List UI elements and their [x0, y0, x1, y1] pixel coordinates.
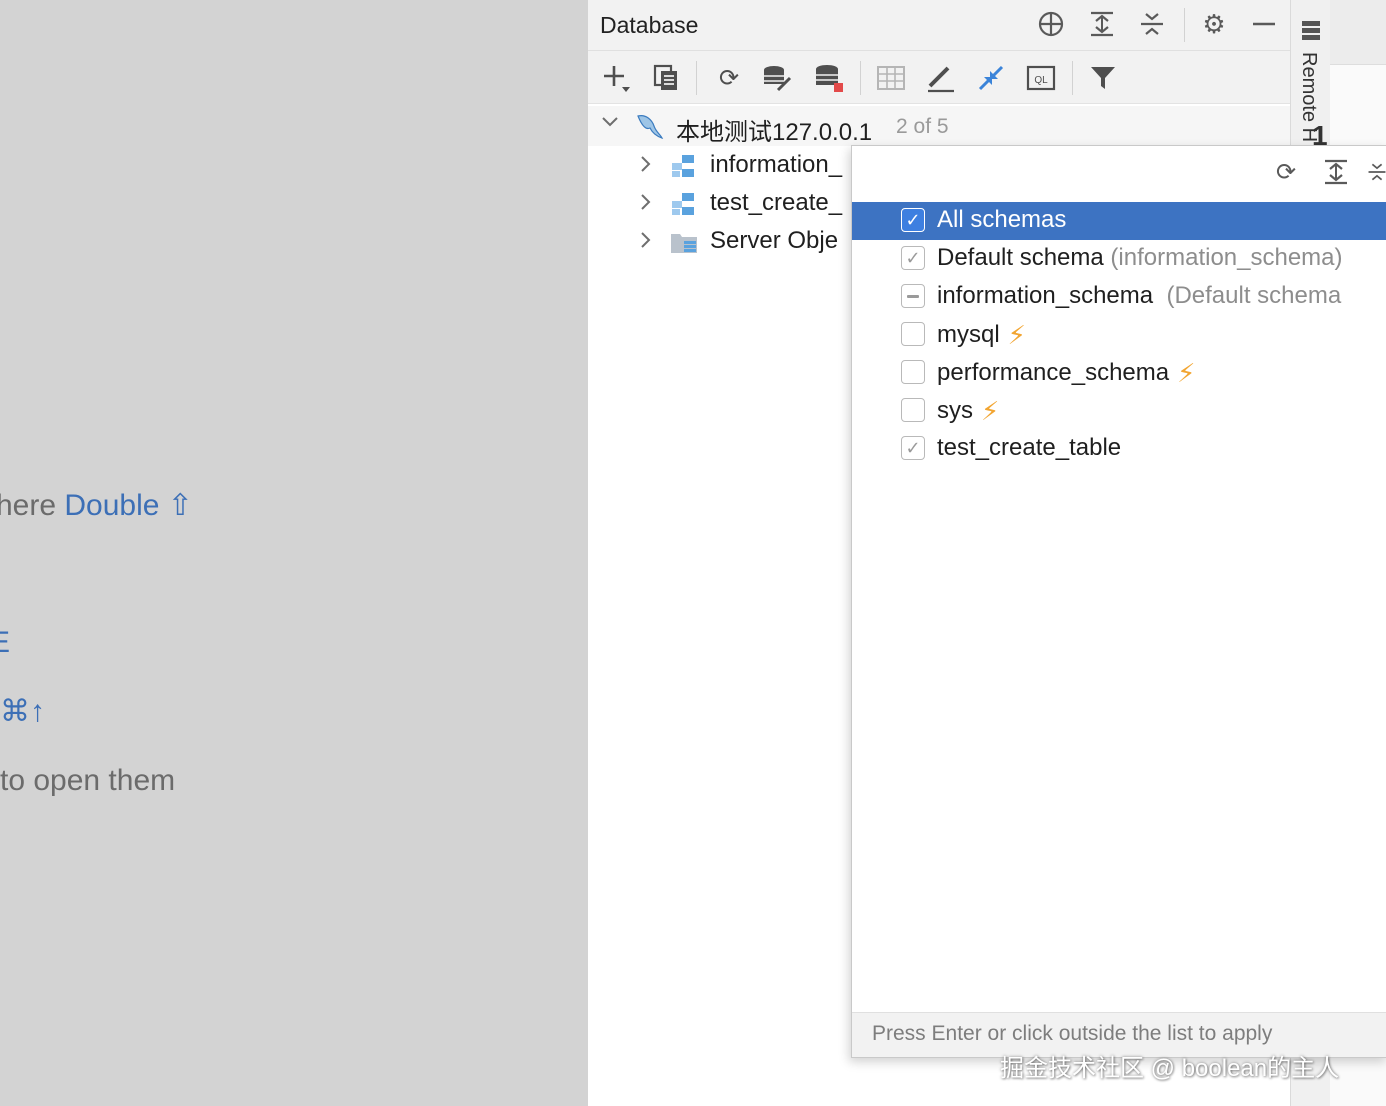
tree-item-label: Server Obje — [710, 227, 839, 254]
hint-line-4: ⌘↑ — [0, 694, 45, 729]
separator — [860, 61, 861, 95]
schema-name: performance_schema — [937, 359, 1170, 386]
edit-icon[interactable] — [924, 61, 958, 95]
hint-shortcut: Double ⇧ — [64, 489, 193, 522]
refresh-icon[interactable]: ⟳ — [712, 61, 746, 95]
collapse-all-icon[interactable] — [1367, 156, 1386, 188]
add-icon[interactable] — [600, 61, 634, 95]
mysql-dolphin-icon — [634, 112, 664, 145]
hint-shortcut: E — [0, 626, 11, 659]
checkbox[interactable] — [901, 398, 925, 422]
hint-search-everywhere: here Double ⇧ — [0, 488, 193, 523]
editor-area: here Double ⇧ ) E ⌘↑ to open them — [0, 0, 588, 1106]
schema-option-label: Default schema (information_schema) — [937, 244, 1343, 272]
database-strip-icon[interactable] — [1301, 20, 1321, 47]
query-console-icon[interactable]: QL — [1024, 61, 1058, 95]
watermark: 掘金技术社区 @ boolean的主人 — [1000, 1055, 1340, 1082]
hint-text: here — [0, 489, 65, 522]
schema-icon — [672, 193, 694, 215]
schema-option-sys[interactable]: sys ⚡ — [852, 392, 1386, 430]
separator — [696, 61, 697, 95]
schema-note: (Default schema — [1166, 282, 1342, 309]
svg-text:QL: QL — [1034, 75, 1048, 86]
schema-option-label: mysql ⚡ — [937, 320, 1026, 351]
copy-icon[interactable] — [649, 61, 683, 95]
schema-option-default[interactable]: ✓ Default schema (information_schema) — [852, 240, 1386, 278]
popup-toolbar: ⟳ — [852, 146, 1386, 198]
lightning-icon: ⚡ — [981, 396, 1000, 426]
checkbox[interactable]: ✓ — [901, 436, 925, 460]
tree-item-test-create[interactable]: test_create_ — [588, 184, 850, 222]
lightning-icon: ⚡ — [1177, 358, 1196, 388]
schema-filter-popup: ⟳ ✓ All schemas ✓ Default schema (inform… — [851, 145, 1386, 1058]
schema-option-all[interactable]: ✓ All schemas — [852, 202, 1386, 240]
schema-option-label: performance_schema ⚡ — [937, 358, 1195, 389]
editor-edge-tabbar — [1330, 0, 1386, 65]
checkbox[interactable]: ✓ — [901, 246, 925, 270]
separator — [1072, 61, 1073, 95]
checkbox[interactable]: ✓ — [901, 208, 925, 232]
filter-icon[interactable] — [1086, 61, 1120, 95]
chevron-right-icon[interactable] — [636, 192, 656, 218]
locate-icon[interactable] — [1035, 8, 1067, 40]
schema-option-label: information_schema (Default schema — [937, 282, 1341, 310]
schema-name: Default schema — [937, 244, 1104, 271]
expand-all-icon[interactable] — [1320, 156, 1352, 188]
hint-text: to open them — [0, 764, 176, 797]
schema-name: information_schema — [937, 282, 1154, 309]
hint-shortcut: ⌘↑ — [0, 695, 45, 728]
hint-drop-files: to open them — [0, 764, 175, 798]
chevron-right-icon[interactable] — [636, 154, 656, 180]
tree-item-label: test_create_ — [710, 189, 843, 216]
separator — [1184, 8, 1185, 42]
hint-line-3: E — [0, 626, 10, 660]
schema-icon — [672, 155, 694, 177]
folder-icon — [671, 234, 697, 253]
datasource-node[interactable]: 本地测试127.0.0.1 2 of 5 — [588, 106, 1290, 146]
schema-option-performance-schema[interactable]: performance_schema ⚡ — [852, 354, 1386, 392]
checkbox[interactable] — [901, 284, 925, 308]
database-toolbar: ⟳ QL — [588, 51, 1290, 104]
gear-icon[interactable]: ⚙ — [1198, 8, 1230, 40]
schema-option-label: sys ⚡ — [937, 396, 999, 427]
lightning-icon: ⚡ — [1007, 320, 1026, 350]
table-view-icon[interactable] — [874, 61, 908, 95]
jump-icon[interactable] — [974, 61, 1008, 95]
schema-option-information-schema[interactable]: information_schema (Default schema — [852, 278, 1386, 316]
panel-title: Database — [600, 12, 699, 38]
database-header: Database ⚙ — [588, 0, 1290, 51]
schema-name: sys — [937, 397, 973, 424]
refresh-icon[interactable]: ⟳ — [1270, 156, 1302, 188]
apply-hint: Press Enter or click outside the list to… — [872, 1022, 1273, 1045]
tree-item-label: information_ — [710, 151, 843, 178]
datasource-label: 本地测试127.0.0.1 — [676, 119, 873, 146]
schema-option-mysql[interactable]: mysql ⚡ — [852, 316, 1386, 354]
schema-settings-icon[interactable] — [760, 61, 794, 95]
schema-count[interactable]: 2 of 5 — [896, 115, 949, 139]
tree-item-information-schema[interactable]: information_ — [588, 146, 850, 184]
schema-option-label: test_create_table — [937, 434, 1122, 461]
expand-all-icon[interactable] — [1086, 8, 1118, 40]
collapse-all-icon[interactable] — [1136, 8, 1168, 40]
chevron-down-icon[interactable] — [600, 112, 620, 138]
schema-option-test-create-table[interactable]: ✓ test_create_table — [852, 430, 1386, 468]
hide-icon[interactable] — [1248, 8, 1280, 40]
chevron-right-icon[interactable] — [636, 230, 656, 256]
schema-note: (information_schema) — [1110, 244, 1343, 271]
disconnect-icon[interactable] — [812, 61, 846, 95]
schema-option-label: All schemas — [937, 206, 1067, 233]
schema-name: mysql — [937, 321, 1000, 348]
checkbox[interactable] — [901, 322, 925, 346]
checkbox[interactable] — [901, 360, 925, 384]
tree-item-server-objects[interactable]: Server Obje — [588, 222, 850, 260]
